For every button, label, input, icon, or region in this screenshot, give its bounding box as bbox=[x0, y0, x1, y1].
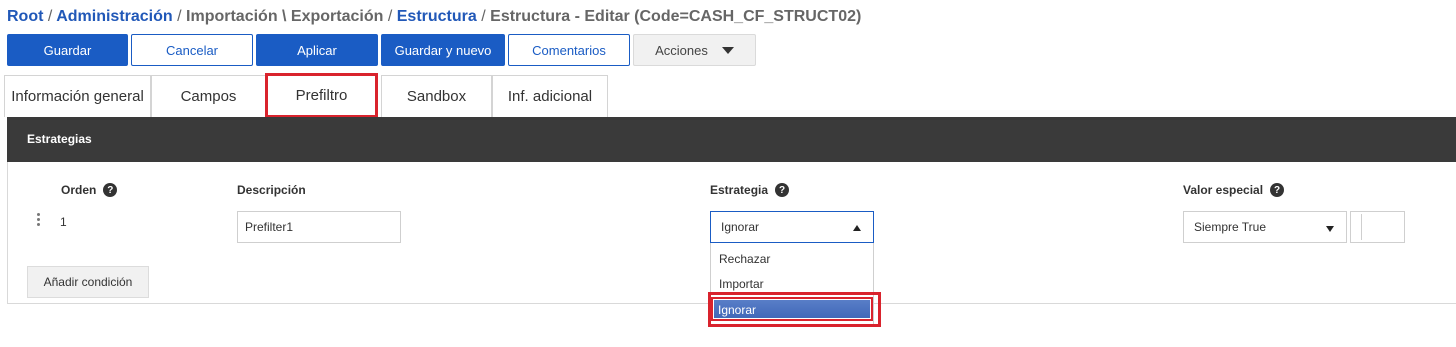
breadcrumb-estructura[interactable]: Estructura bbox=[397, 8, 477, 25]
option-importar[interactable]: Importar bbox=[719, 277, 764, 291]
drag-handle-icon[interactable] bbox=[37, 213, 41, 227]
acciones-dropdown-button[interactable]: Acciones bbox=[633, 34, 756, 66]
acciones-label: Acciones bbox=[655, 42, 708, 58]
help-icon[interactable]: ? bbox=[775, 183, 790, 197]
caret-down-icon bbox=[721, 46, 734, 54]
breadcrumb-separator: / bbox=[47, 8, 53, 25]
descripcion-input[interactable] bbox=[237, 211, 401, 243]
aplicar-button[interactable]: Aplicar bbox=[256, 34, 378, 66]
estrategia-select[interactable]: Ignorar bbox=[710, 211, 874, 243]
panel-title: Estrategias bbox=[27, 132, 92, 146]
breadcrumb-separator: / bbox=[177, 8, 182, 25]
breadcrumb-separator: / bbox=[481, 8, 486, 25]
column-descripcion-label: Descripción bbox=[237, 183, 306, 197]
guardar-y-nuevo-button[interactable]: Guardar y nuevo bbox=[381, 34, 505, 66]
valor-toggle[interactable] bbox=[1350, 211, 1405, 243]
breadcrumb-separator: / bbox=[387, 8, 393, 25]
valor-especial-selected-value: Siempre True bbox=[1194, 220, 1267, 234]
caret-up-icon bbox=[853, 225, 861, 231]
panel-header: Estrategias bbox=[7, 117, 1456, 162]
cancelar-button[interactable]: Cancelar bbox=[131, 34, 253, 66]
estrategia-selected-value: Ignorar bbox=[721, 220, 760, 234]
tab-sandbox[interactable]: Sandbox bbox=[381, 75, 492, 117]
breadcrumb-current: Estructura - Editar (Code=CASH_CF_STRUCT… bbox=[490, 8, 862, 25]
guardar-button[interactable]: Guardar bbox=[7, 34, 128, 66]
add-condition-button[interactable]: Añadir condición bbox=[27, 266, 149, 298]
column-valor-especial-label: Valor especial bbox=[1183, 183, 1264, 197]
column-orden-label: Orden bbox=[61, 183, 97, 197]
toggle-knob bbox=[1353, 214, 1362, 240]
tab-informacion-general[interactable]: Información general bbox=[4, 75, 151, 117]
valor-especial-select[interactable]: Siempre True bbox=[1183, 211, 1347, 243]
column-descripcion: Descripción bbox=[237, 183, 306, 197]
tab-prefiltro[interactable]: Prefiltro bbox=[265, 73, 378, 118]
tab-campos[interactable]: Campos bbox=[151, 75, 266, 117]
breadcrumb-administracion[interactable]: Administración bbox=[56, 8, 172, 25]
column-estrategia: Estrategia ? bbox=[710, 183, 790, 197]
highlight-frame bbox=[708, 292, 881, 327]
row-orden: 1 bbox=[60, 215, 67, 229]
tab-inf-adicional[interactable]: Inf. adicional bbox=[492, 75, 608, 117]
option-rechazar[interactable]: Rechazar bbox=[719, 252, 770, 266]
breadcrumb-importacion: Importación \ Exportación bbox=[186, 8, 384, 25]
breadcrumb-root[interactable]: Root bbox=[7, 8, 43, 25]
caret-down-icon bbox=[1326, 226, 1334, 232]
column-valor-especial: Valor especial ? bbox=[1183, 183, 1285, 197]
comentarios-button[interactable]: Comentarios bbox=[508, 34, 630, 66]
column-estrategia-label: Estrategia bbox=[710, 183, 769, 197]
help-icon[interactable]: ? bbox=[1270, 183, 1285, 197]
column-orden: Orden ? bbox=[61, 183, 118, 197]
breadcrumb: Root / Administración / Importación \ Ex… bbox=[7, 7, 861, 27]
help-icon[interactable]: ? bbox=[103, 183, 118, 197]
